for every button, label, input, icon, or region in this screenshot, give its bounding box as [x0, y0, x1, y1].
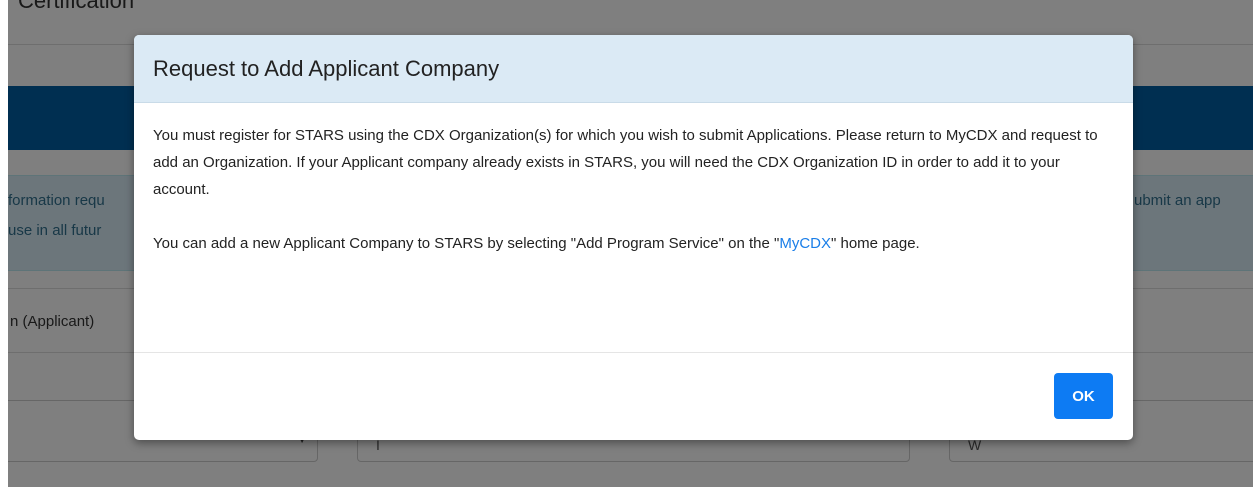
ok-button[interactable]: OK [1054, 373, 1113, 419]
paragraph-text: " home page. [831, 235, 920, 252]
dialog-paragraph: You can add a new Applicant Company to S… [153, 230, 1114, 257]
mycdx-link[interactable]: MyCDX [779, 235, 831, 252]
dialog-paragraph: You must register for STARS using the CD… [153, 127, 1098, 198]
dialog-title: Request to Add Applicant Company [153, 55, 500, 81]
dialog-header: Request to Add Applicant Company [134, 35, 1133, 103]
request-add-company-dialog: Request to Add Applicant Company You mus… [134, 35, 1133, 440]
dialog-body: You must register for STARS using the CD… [134, 103, 1133, 353]
paragraph-text: You can add a new Applicant Company to S… [153, 235, 780, 252]
window-edge [0, 0, 8, 487]
dialog-footer: OK [134, 353, 1133, 440]
page: Certification formation requ use in all … [0, 0, 1253, 487]
